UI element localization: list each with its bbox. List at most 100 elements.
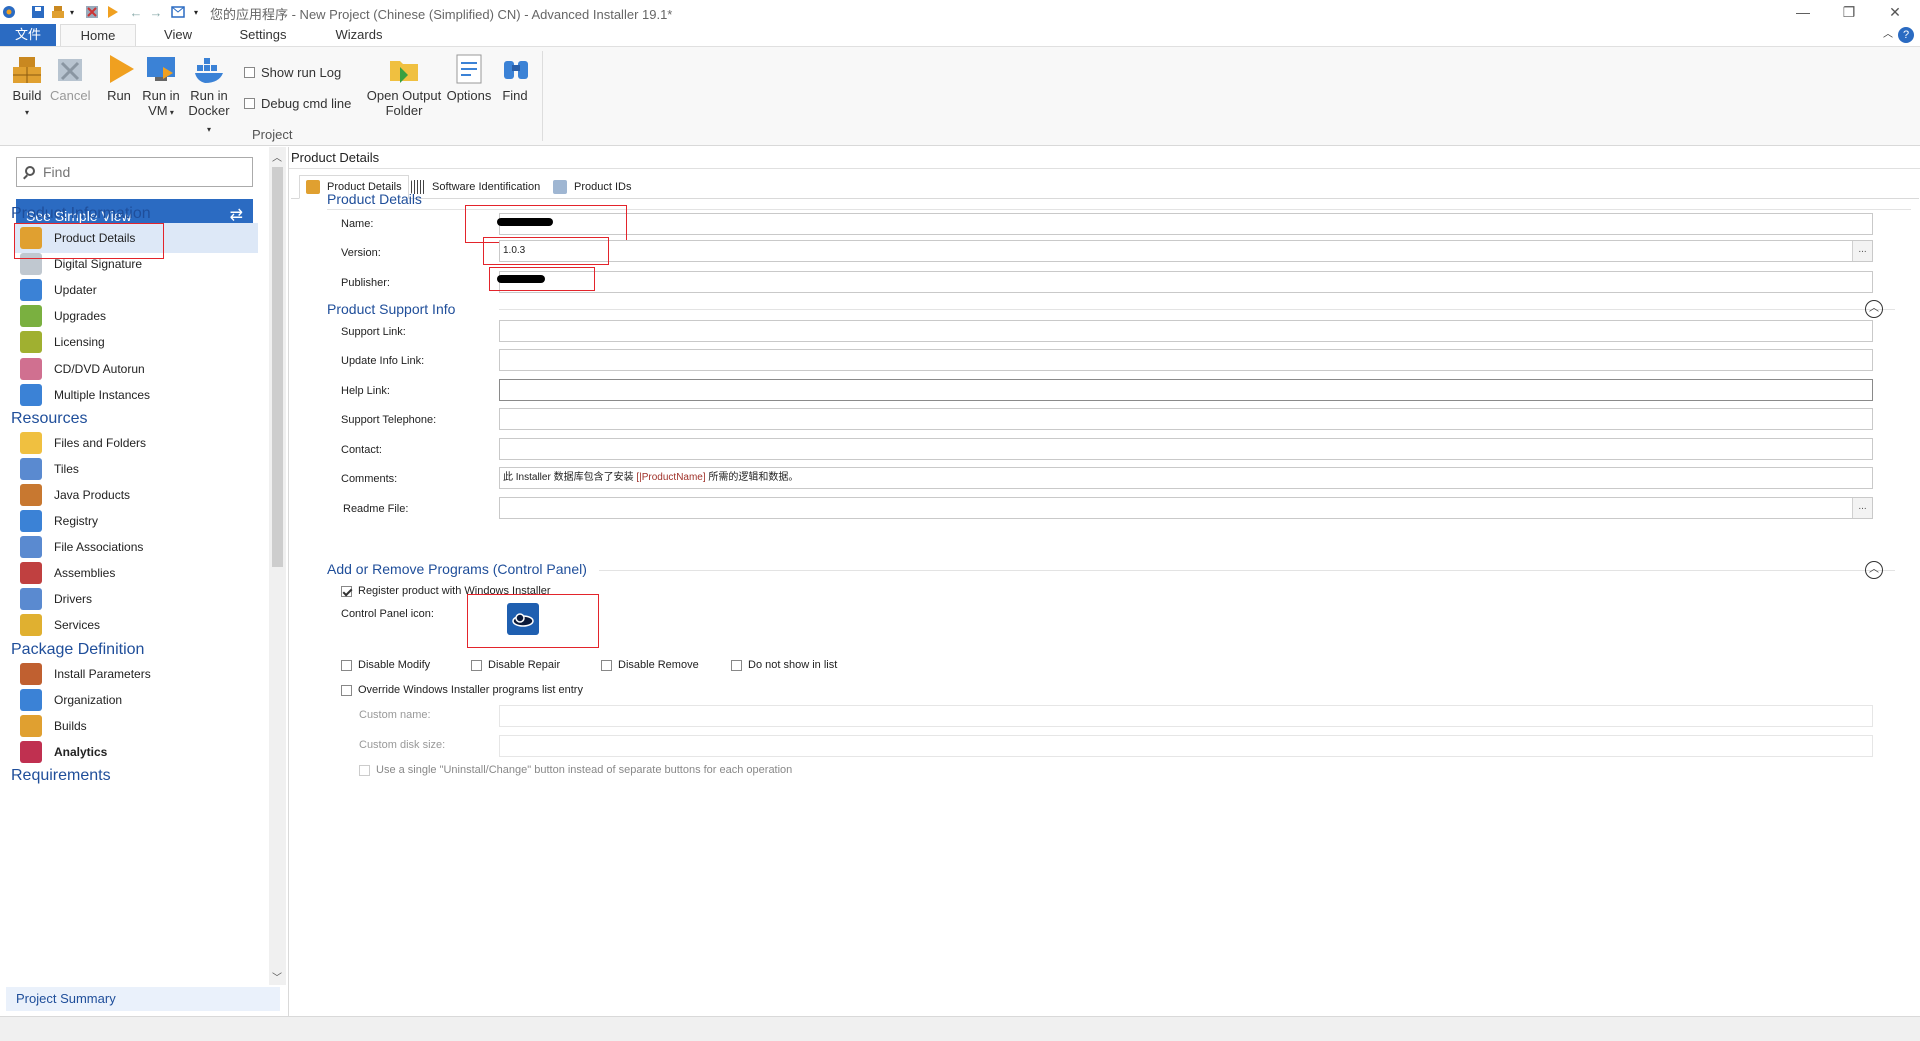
find-label: Find	[502, 88, 528, 103]
dropdown-arrow-icon[interactable]: ▾	[68, 3, 76, 21]
run-quick-icon[interactable]	[104, 3, 120, 21]
disable-remove-box[interactable]	[601, 659, 612, 671]
disable-remove-checkbox[interactable]: Disable Remove	[601, 659, 699, 671]
mail-icon[interactable]	[170, 3, 186, 21]
cd-dvd-autorun-icon	[20, 357, 42, 380]
update-info-link-field[interactable]	[499, 349, 1873, 371]
tab-home[interactable]: Home	[60, 24, 136, 46]
scroll-down-icon[interactable]: ﹀	[272, 969, 282, 984]
sidebar-item-label: Digital Signature	[54, 257, 143, 272]
readme-browse-button[interactable]: ...	[1852, 498, 1872, 518]
run-in-vm-label: Run in VM	[142, 88, 180, 118]
version-field[interactable]: 1.0.3...	[499, 240, 1873, 262]
disable-repair-checkbox[interactable]: Disable Repair	[471, 659, 560, 671]
search-icon	[25, 166, 35, 176]
disable-modify-checkbox[interactable]: Disable Modify	[341, 659, 430, 671]
not-in-list-box[interactable]	[731, 659, 742, 671]
sidebar-item-label: Licensing	[54, 335, 105, 350]
analytics-icon	[20, 740, 42, 763]
debug-cmd-checkbox[interactable]: Debug cmd line	[244, 96, 351, 111]
show-run-log-checkbox[interactable]: Show run Log	[244, 65, 341, 80]
custom-disk-label: Custom disk size:	[359, 739, 446, 751]
find-box[interactable]	[16, 157, 253, 187]
publisher-field[interactable]	[499, 271, 1873, 293]
version-label: Version:	[341, 247, 381, 259]
sidebar-item-multiple-instances[interactable]: Multiple Instances	[14, 380, 258, 410]
override-label: Override Windows Installer programs list…	[358, 684, 583, 696]
run-button[interactable]: Run	[104, 53, 134, 103]
ribbon-home-panel: Build ▾ Cancel Run Run in VM ▾ Run in Doc…	[0, 46, 1920, 146]
contact-field[interactable]	[499, 438, 1873, 460]
collapse-up-icon[interactable]: ︿	[1865, 300, 1883, 318]
window-title: 您的应用程序 - New Project (Chinese (Simplifie…	[210, 7, 673, 22]
help-link-field[interactable]	[499, 379, 1873, 401]
minimize-button[interactable]: —	[1780, 0, 1826, 24]
product-details-icon	[306, 180, 320, 194]
left-scrollbar[interactable]: ︿ ﹀	[269, 147, 286, 985]
custom-name-field[interactable]	[499, 705, 1873, 727]
readme-file-label: Readme File:	[343, 503, 409, 515]
version-browse-button[interactable]: ...	[1852, 241, 1872, 261]
tab-product-ids[interactable]: Product IDs	[547, 175, 637, 199]
cancel-button[interactable]: Cancel	[50, 53, 90, 103]
close-button[interactable]: ✕	[1872, 0, 1918, 24]
support-telephone-field[interactable]	[499, 408, 1873, 430]
disable-remove-label: Disable Remove	[618, 659, 699, 671]
build-icon	[11, 53, 43, 85]
help-icon[interactable]: ?	[1898, 27, 1914, 43]
override-checkbox[interactable]: Override Windows Installer programs list…	[341, 684, 583, 696]
single-button-checkbox[interactable]: Use a single "Uninstall/Change" button i…	[359, 764, 792, 776]
sidebar-item-services[interactable]: Services	[14, 610, 258, 640]
back-arrow-icon[interactable]: ←	[128, 3, 144, 21]
register-box[interactable]	[341, 585, 352, 597]
customize-toolbar-icon[interactable]: ▾	[192, 3, 200, 21]
scrollbar-thumb[interactable]	[272, 167, 283, 567]
disable-modify-box[interactable]	[341, 659, 352, 671]
build-button[interactable]: Build ▾	[10, 53, 44, 120]
custom-disk-field[interactable]	[499, 735, 1873, 757]
debug-cmd-box[interactable]	[244, 98, 255, 109]
ribbon-group-project-label: Project	[252, 127, 293, 142]
cancel-quick-icon[interactable]	[84, 3, 100, 21]
tab-wizards[interactable]: Wizards	[320, 24, 398, 46]
run-in-docker-button[interactable]: Run in Docker ▾	[186, 53, 232, 137]
install-parameters-icon	[20, 662, 42, 685]
restore-button[interactable]: ❐	[1826, 0, 1872, 24]
section-divider	[599, 570, 1895, 571]
show-run-log-box[interactable]	[244, 67, 255, 78]
tab-file[interactable]: 文件	[0, 24, 56, 46]
sidebar-item-label: CD/DVD Autorun	[54, 361, 145, 376]
save-icon[interactable]	[30, 3, 46, 21]
forward-arrow-icon[interactable]: →	[148, 3, 164, 21]
override-box[interactable]	[341, 684, 352, 696]
find-input[interactable]	[43, 162, 243, 182]
run-in-docker-dropdown-icon[interactable]: ▾	[207, 125, 211, 134]
build-quick-icon[interactable]	[50, 3, 66, 21]
tab-view[interactable]: View	[148, 24, 208, 46]
collapse-up-icon[interactable]: ︿	[1865, 561, 1883, 579]
build-dropdown-icon[interactable]: ▾	[25, 108, 29, 117]
debug-cmd-label: Debug cmd line	[261, 96, 352, 111]
sidebar-item-analytics[interactable]: Analytics	[14, 737, 258, 767]
open-output-folder-button[interactable]: Open Output Folder	[364, 53, 444, 118]
support-link-field[interactable]	[499, 320, 1873, 342]
tab-software-identification[interactable]: Software Identification	[405, 175, 546, 199]
options-icon	[453, 53, 485, 85]
not-in-list-checkbox[interactable]: Do not show in list	[731, 659, 837, 671]
builds-icon	[20, 714, 42, 737]
find-button[interactable]: Find	[500, 53, 530, 103]
readme-file-field[interactable]: ...	[499, 497, 1873, 519]
collapse-ribbon-icon[interactable]: ︿	[1878, 24, 1898, 46]
disable-repair-box[interactable]	[471, 659, 482, 671]
not-in-list-label: Do not show in list	[748, 659, 838, 671]
sidebar-item-label: File Associations	[54, 540, 144, 555]
options-button[interactable]: Options	[446, 53, 492, 103]
project-summary-link[interactable]: Project Summary	[6, 987, 280, 1011]
single-button-box[interactable]	[359, 764, 370, 776]
run-in-vm-dropdown-icon[interactable]: ▾	[168, 108, 174, 117]
run-in-vm-button[interactable]: Run in VM ▾	[140, 53, 182, 120]
tab-settings[interactable]: Settings	[226, 24, 300, 46]
name-field[interactable]	[499, 213, 1873, 235]
comments-field[interactable]: 此 Installer 数据库包含了安装 [|ProductName] 所需的逻…	[499, 467, 1873, 489]
scroll-up-icon[interactable]: ︿	[272, 149, 282, 164]
